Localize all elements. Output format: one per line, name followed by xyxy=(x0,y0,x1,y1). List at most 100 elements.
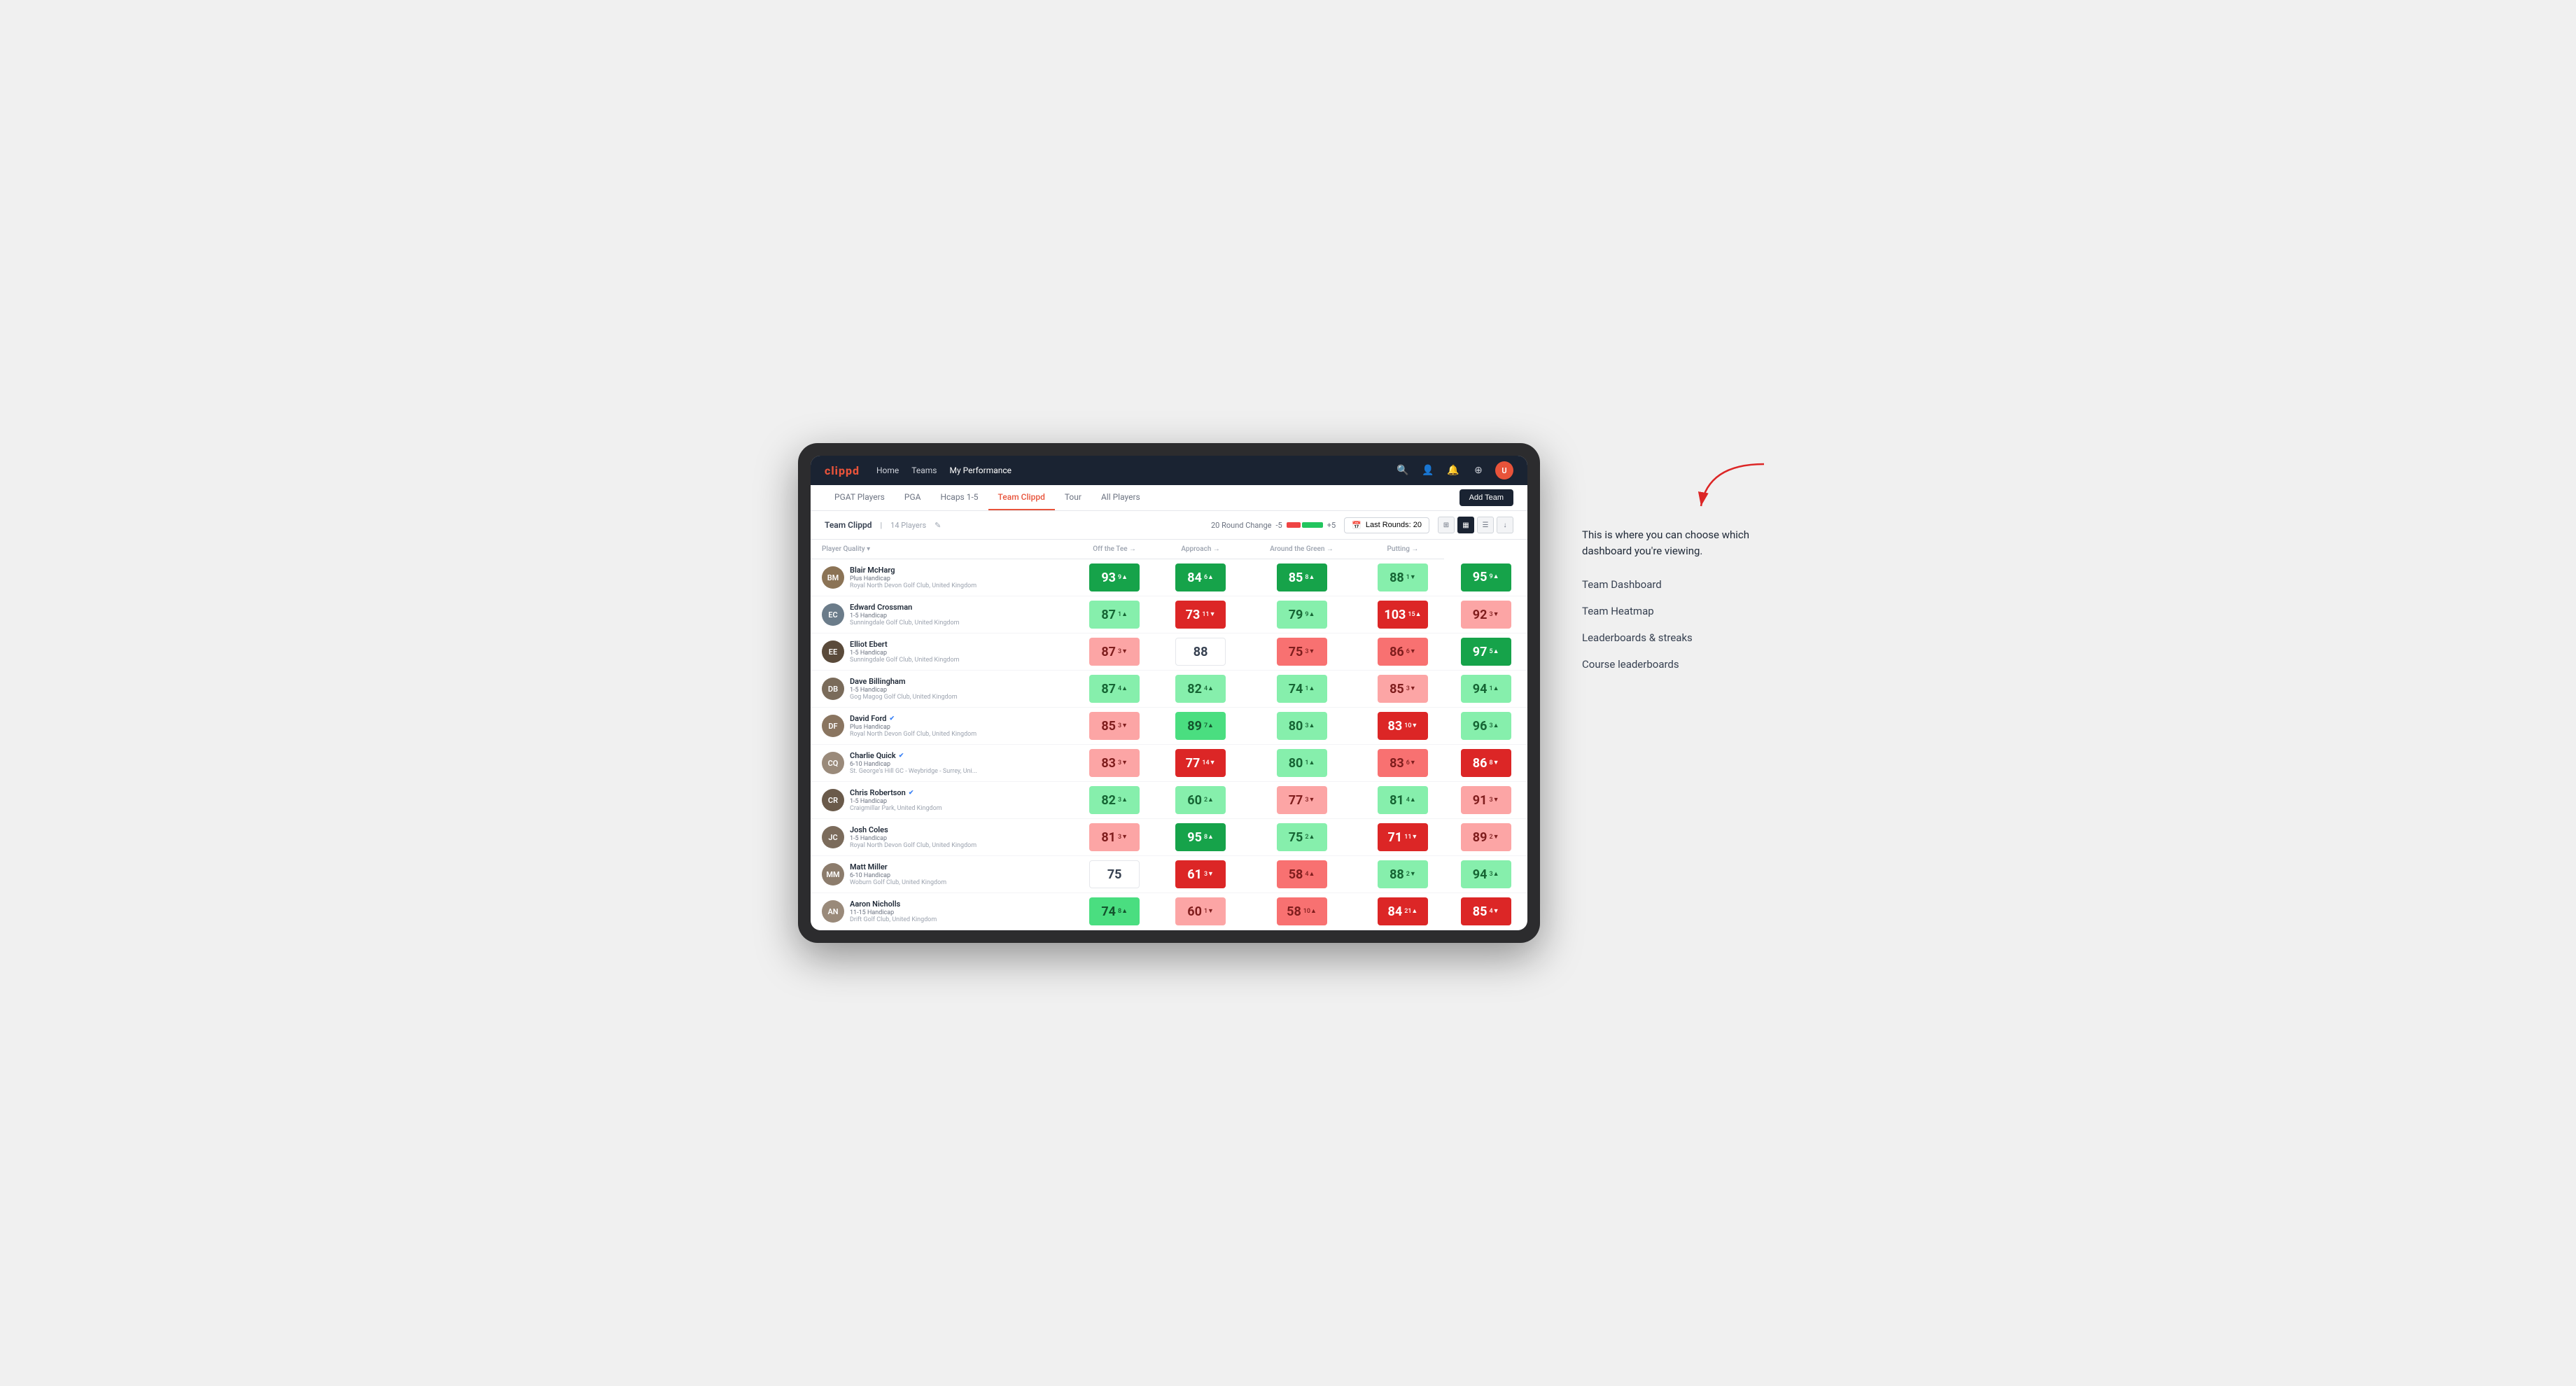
player-avatar[interactable]: DB xyxy=(822,678,844,700)
player-avatar[interactable]: BM xyxy=(822,566,844,589)
col-putting[interactable]: Putting → xyxy=(1362,540,1445,559)
score-change: 1▲ xyxy=(1489,685,1499,693)
score-value: 74 xyxy=(1289,682,1303,696)
team-separator: | xyxy=(880,521,882,530)
col-player-quality[interactable]: Player Quality ▾ xyxy=(811,540,1070,559)
score-value: 83 xyxy=(1101,756,1116,771)
player-name[interactable]: Blair McHarg xyxy=(850,566,1062,575)
nav-home[interactable]: Home xyxy=(876,463,899,478)
player-club: Gog Magog Golf Club, United Kingdom xyxy=(850,694,1062,701)
score-cell: 853▼ xyxy=(1362,671,1445,708)
player-handicap: Plus Handicap xyxy=(850,724,1062,731)
table-view-button[interactable]: ▦ xyxy=(1457,517,1474,533)
col-around-green[interactable]: Around the Green → xyxy=(1242,540,1361,559)
list-view-button[interactable]: ☰ xyxy=(1477,517,1494,533)
team-name: Team Clippd xyxy=(825,520,872,530)
table-row: DB Dave Billingham1-5 HandicapGog Magog G… xyxy=(811,671,1527,708)
score-change: 3▼ xyxy=(1118,760,1128,767)
col-approach[interactable]: Approach → xyxy=(1159,540,1242,559)
player-avatar[interactable]: AN xyxy=(822,900,844,923)
player-club: Royal North Devon Golf Club, United King… xyxy=(850,731,1062,738)
score-box: 959▲ xyxy=(1461,564,1511,592)
subnav-hcaps[interactable]: Hcaps 1-5 xyxy=(930,485,988,510)
score-change: 15▲ xyxy=(1408,611,1421,619)
score-cell: 613▼ xyxy=(1159,856,1242,893)
score-box: 5810▲ xyxy=(1277,897,1327,925)
score-box: 753▼ xyxy=(1277,638,1327,666)
score-change: 3▼ xyxy=(1489,797,1499,804)
nav-my-performance[interactable]: My Performance xyxy=(949,463,1011,478)
player-avatar[interactable]: EC xyxy=(822,603,844,626)
settings-icon[interactable]: ⊕ xyxy=(1470,462,1487,479)
player-name[interactable]: Josh Coles xyxy=(850,825,1062,834)
score-cell: 874▲ xyxy=(1070,671,1159,708)
player-avatar[interactable]: CR xyxy=(822,789,844,811)
score-cell: 923▼ xyxy=(1444,596,1527,634)
subnav-all-players[interactable]: All Players xyxy=(1091,485,1150,510)
nav-teams[interactable]: Teams xyxy=(911,463,937,478)
user-avatar[interactable]: U xyxy=(1495,461,1513,479)
score-value: 75 xyxy=(1289,830,1303,845)
score-value: 96 xyxy=(1473,719,1488,734)
score-change: 3▼ xyxy=(1305,648,1315,656)
annotation-list: Team Dashboard Team Heatmap Leaderboards… xyxy=(1582,578,1778,671)
subnav-pgat[interactable]: PGAT Players xyxy=(825,485,895,510)
player-avatar[interactable]: EE xyxy=(822,640,844,663)
grid-view-button[interactable]: ⊞ xyxy=(1438,517,1455,533)
player-avatar[interactable]: CQ xyxy=(822,752,844,774)
download-button[interactable]: ↓ xyxy=(1497,517,1513,533)
edit-team-icon[interactable]: ✎ xyxy=(934,521,941,530)
player-name[interactable]: Chris Robertson✔ xyxy=(850,788,1062,797)
score-change: 4▼ xyxy=(1489,908,1499,916)
subnav-tour[interactable]: Tour xyxy=(1055,485,1091,510)
score-value: 58 xyxy=(1287,904,1301,919)
subnav-team-clippd[interactable]: Team Clippd xyxy=(988,485,1055,510)
score-cell: 881▼ xyxy=(1362,559,1445,596)
score-change: 3▲ xyxy=(1118,797,1128,804)
score-box: 866▼ xyxy=(1378,638,1428,666)
player-name[interactable]: Charlie Quick✔ xyxy=(850,751,1062,760)
bell-icon[interactable]: 🔔 xyxy=(1445,462,1462,479)
score-change: 9▲ xyxy=(1305,611,1315,619)
player-avatar[interactable]: DF xyxy=(822,715,844,737)
search-icon[interactable]: 🔍 xyxy=(1394,462,1411,479)
score-box: 892▼ xyxy=(1461,823,1511,851)
player-name[interactable]: Edward Crossman xyxy=(850,603,1062,612)
person-icon[interactable]: 👤 xyxy=(1420,462,1436,479)
score-box: 836▼ xyxy=(1378,749,1428,777)
player-handicap: 1-5 Handicap xyxy=(850,687,1062,694)
add-team-button[interactable]: Add Team xyxy=(1460,489,1513,506)
score-value: 87 xyxy=(1101,608,1116,622)
score-box: 881▼ xyxy=(1378,564,1428,592)
score-cell: 741▲ xyxy=(1242,671,1361,708)
player-cell: MMMatt Miller6-10 HandicapWoburn Golf Cl… xyxy=(811,856,1070,893)
score-cell: 601▼ xyxy=(1159,893,1242,930)
app-logo: clippd xyxy=(825,464,860,477)
player-handicap: 6-10 Handicap xyxy=(850,872,1062,879)
player-name[interactable]: Elliot Ebert xyxy=(850,640,1062,649)
score-change: 2▲ xyxy=(1204,797,1214,804)
player-name[interactable]: David Ford✔ xyxy=(850,714,1062,723)
score-change: 8▲ xyxy=(1204,834,1214,841)
view-toggle: ⊞ ▦ ☰ ↓ xyxy=(1438,517,1513,533)
score-value: 92 xyxy=(1473,608,1488,622)
last-rounds-button[interactable]: 📅 Last Rounds: 20 xyxy=(1344,517,1429,533)
player-name[interactable]: Dave Billingham xyxy=(850,677,1062,686)
table-header-row: Player Quality ▾ Off the Tee → Approach … xyxy=(811,540,1527,559)
score-cell: 941▲ xyxy=(1444,671,1527,708)
score-value: 86 xyxy=(1473,756,1488,771)
score-value: 75 xyxy=(1107,867,1122,882)
player-avatar[interactable]: JC xyxy=(822,826,844,848)
player-avatar[interactable]: MM xyxy=(822,863,844,886)
col-off-tee[interactable]: Off the Tee → xyxy=(1070,540,1159,559)
subnav-pga[interactable]: PGA xyxy=(895,485,931,510)
score-cell: 752▲ xyxy=(1242,819,1361,856)
player-name[interactable]: Matt Miller xyxy=(850,862,1062,872)
player-name[interactable]: Aaron Nicholls xyxy=(850,899,1062,909)
score-box: 8421▲ xyxy=(1378,897,1428,925)
score-value: 74 xyxy=(1101,904,1116,919)
player-club: Drift Golf Club, United Kingdom xyxy=(850,916,1062,923)
table-row: EEElliot Ebert1-5 HandicapSunningdale Go… xyxy=(811,634,1527,671)
score-value: 84 xyxy=(1388,904,1403,919)
score-box: 846▲ xyxy=(1175,564,1226,592)
